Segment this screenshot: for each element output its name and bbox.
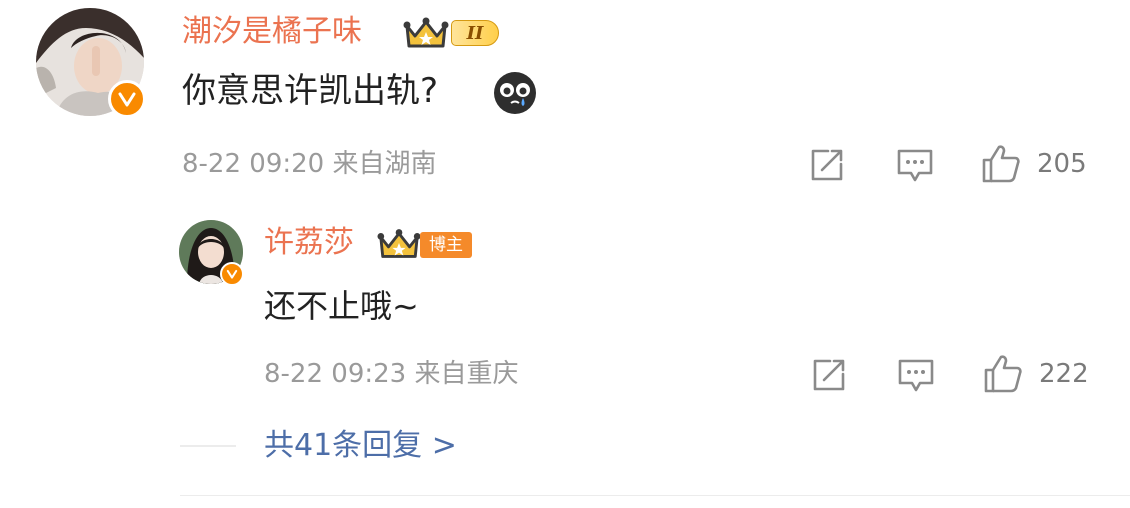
timestamp-reply: 8-22 09:23 来自重庆 bbox=[264, 359, 519, 389]
reply-thread-bar bbox=[180, 445, 236, 447]
like-icon[interactable] bbox=[980, 143, 1022, 185]
crown-icon bbox=[403, 17, 449, 48]
verified-badge-icon bbox=[220, 262, 244, 286]
verified-badge-icon bbox=[108, 80, 146, 118]
timestamp-main: 8-22 09:20 来自湖南 bbox=[182, 149, 437, 179]
more-replies-link[interactable]: 共41条回复 > bbox=[264, 431, 457, 461]
repost-icon[interactable] bbox=[808, 146, 846, 184]
comment-text-main: 你意思许凯出轨? bbox=[182, 71, 439, 111]
avatar-main[interactable] bbox=[36, 8, 146, 118]
repost-icon[interactable] bbox=[810, 356, 848, 394]
username-main[interactable]: 潮汐是橘子味 bbox=[182, 17, 362, 47]
level-badge: II bbox=[451, 20, 499, 46]
avatar-reply[interactable] bbox=[179, 220, 244, 286]
like-count-reply: 222 bbox=[1039, 359, 1089, 389]
comment-icon[interactable] bbox=[895, 147, 935, 185]
like-count-main: 205 bbox=[1037, 149, 1087, 179]
divider bbox=[180, 495, 1130, 496]
crown-icon bbox=[377, 229, 421, 258]
crying-face-emoji bbox=[494, 72, 536, 114]
comment-text-reply: 还不止哦~ bbox=[264, 287, 419, 325]
username-reply[interactable]: 许荔莎 bbox=[264, 228, 354, 258]
comment-icon[interactable] bbox=[896, 357, 936, 395]
blogger-badge: 博主 bbox=[420, 232, 472, 258]
like-icon[interactable] bbox=[982, 353, 1024, 395]
